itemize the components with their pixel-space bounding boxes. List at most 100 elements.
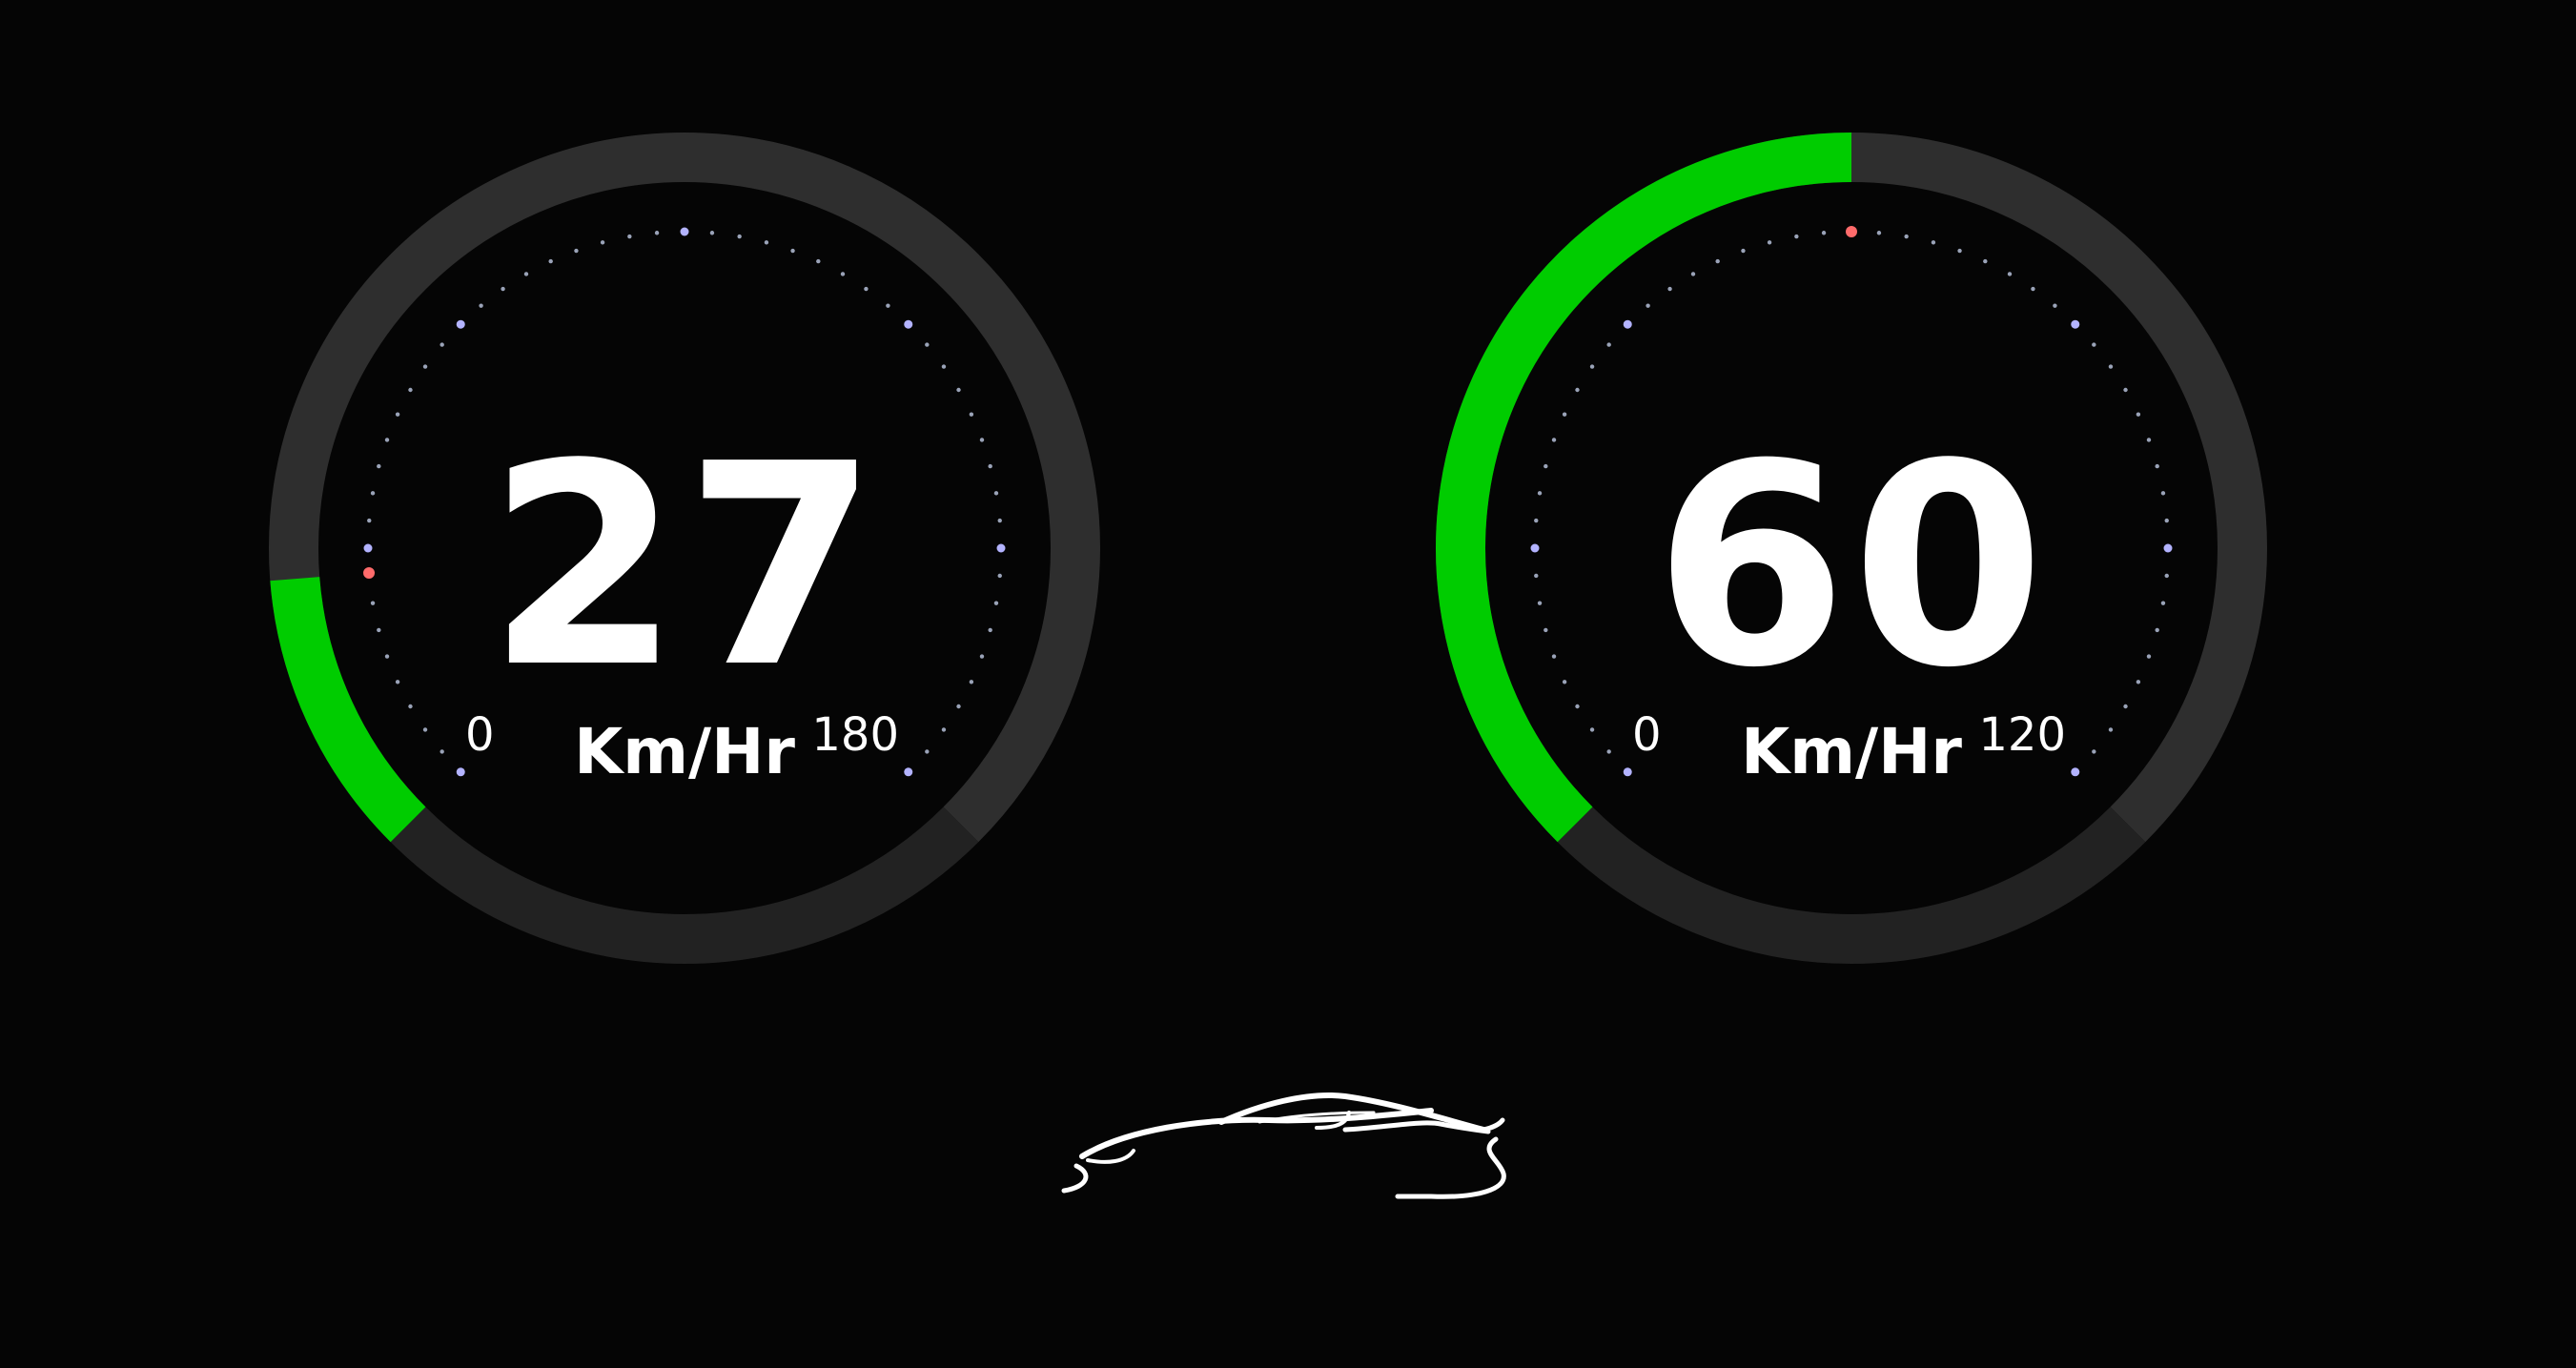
gauge-minor-tick bbox=[1931, 240, 1936, 245]
gauge-minor-tick bbox=[1575, 704, 1580, 709]
gauge-minor-tick bbox=[1562, 680, 1567, 684]
gauge-minor-tick bbox=[2123, 704, 2128, 709]
gauge-minor-tick bbox=[2092, 749, 2096, 754]
gauge-major-tick bbox=[1623, 319, 1632, 329]
gauge-minor-tick bbox=[956, 704, 961, 709]
gauge-minor-tick bbox=[941, 727, 947, 732]
gauge-minor-tick bbox=[440, 749, 444, 754]
gauge-minor-tick bbox=[2031, 286, 2035, 292]
gauge-value: 27 bbox=[487, 404, 882, 728]
gauge-minor-tick bbox=[377, 463, 381, 469]
gauge-minor-tick bbox=[2146, 438, 2152, 442]
gauge-minor-tick bbox=[840, 272, 846, 276]
gauge-minor-tick bbox=[979, 438, 985, 442]
gauge-minor-tick bbox=[395, 412, 400, 417]
gauge-major-tick bbox=[456, 319, 465, 329]
gauge-minor-tick bbox=[1690, 272, 1696, 276]
gauge-minor-tick bbox=[440, 342, 444, 347]
gauge-minor-tick bbox=[925, 749, 930, 754]
gauge-minor-tick bbox=[377, 627, 381, 633]
gauge-unit-label: Km/Hr bbox=[1741, 715, 1962, 788]
gauge-minor-tick bbox=[790, 248, 795, 254]
gauge-minor-tick bbox=[941, 364, 947, 369]
gauge-major-tick bbox=[456, 767, 465, 777]
gauge-track-lower bbox=[390, 807, 979, 964]
gauge-minor-tick bbox=[501, 286, 505, 292]
gauge-min-label: 0 bbox=[465, 708, 495, 762]
gauge-minor-tick bbox=[2007, 272, 2013, 276]
gauge-minor-tick bbox=[988, 463, 992, 469]
gauge-value-marker bbox=[363, 567, 376, 580]
gauge-minor-tick bbox=[2160, 491, 2166, 496]
gauge-minor-tick bbox=[2155, 627, 2159, 633]
car-silhouette-icon bbox=[1061, 1092, 1506, 1199]
gauge-major-tick bbox=[996, 543, 1006, 553]
gauge-minor-tick bbox=[370, 491, 376, 496]
gauge-minor-tick bbox=[1537, 601, 1543, 605]
gauge-minor-tick bbox=[993, 601, 999, 605]
gauge-minor-tick bbox=[709, 231, 715, 235]
gauge-minor-tick bbox=[1646, 303, 1650, 308]
gauge-major-tick bbox=[1623, 767, 1632, 777]
gauge-minor-tick bbox=[2164, 573, 2169, 579]
gauge-major-tick bbox=[363, 543, 373, 553]
gauge-minor-tick bbox=[2092, 342, 2096, 347]
gauge-minor-tick bbox=[1983, 258, 1988, 264]
gauge-minor-tick bbox=[1904, 234, 1909, 239]
gauge-minor-tick bbox=[600, 240, 605, 245]
dashboard-canvas: 27 Km/Hr 0 180 60 Km/Hr 0 120 bbox=[269, 133, 2267, 1199]
gauge-minor-tick bbox=[988, 627, 992, 633]
gauge-minor-tick bbox=[384, 654, 390, 659]
gauge-minor-tick bbox=[864, 286, 869, 292]
gauge-minor-tick bbox=[1537, 491, 1543, 496]
gauge-progress-arc bbox=[270, 576, 426, 843]
gauge-minor-tick bbox=[1794, 234, 1799, 239]
speed-gauge-right: 60 Km/Hr 0 120 bbox=[1436, 133, 2267, 964]
gauge-minor-tick bbox=[1821, 231, 1827, 235]
gauge-progress-fill bbox=[270, 576, 426, 843]
dashboard: 27 Km/Hr 0 180 60 Km/Hr 0 120 bbox=[0, 0, 2576, 1368]
gauge-major-tick bbox=[2071, 319, 2080, 329]
gauge-minor-tick bbox=[1715, 258, 1720, 264]
gauge-minor-tick bbox=[2164, 518, 2169, 523]
gauge-major-tick bbox=[680, 227, 689, 236]
gauge-minor-tick bbox=[969, 412, 974, 417]
gauge-unit-label: Km/Hr bbox=[574, 715, 795, 788]
gauge-minor-tick bbox=[370, 601, 376, 605]
gauge-minor-tick bbox=[1562, 412, 1567, 417]
gauge-minor-tick bbox=[1551, 438, 1557, 442]
gauge-minor-tick bbox=[479, 303, 483, 308]
gauge-minor-tick bbox=[395, 680, 400, 684]
gauge-minor-tick bbox=[367, 518, 372, 523]
gauge-minor-tick bbox=[654, 231, 660, 235]
gauge-minor-tick bbox=[2108, 727, 2114, 732]
gauge-minor-tick bbox=[1606, 749, 1611, 754]
gauge-value: 60 bbox=[1654, 404, 2049, 728]
gauge-minor-tick bbox=[1589, 727, 1595, 732]
gauge-minor-tick bbox=[2160, 601, 2166, 605]
gauge-track-lower bbox=[1557, 807, 2146, 964]
gauge-minor-tick bbox=[1551, 654, 1557, 659]
gauge-minor-tick bbox=[886, 303, 890, 308]
gauge-minor-tick bbox=[408, 704, 413, 709]
gauge-minor-tick bbox=[548, 258, 553, 264]
gauge-value-marker bbox=[1846, 226, 1857, 237]
gauge-minor-tick bbox=[2136, 412, 2141, 417]
gauge-minor-tick bbox=[1534, 518, 1539, 523]
gauge-minor-tick bbox=[1606, 342, 1611, 347]
gauge-minor-tick bbox=[1589, 364, 1595, 369]
speed-gauge-left: 27 Km/Hr 0 180 bbox=[269, 133, 1100, 964]
gauge-minor-tick bbox=[1667, 286, 1672, 292]
gauge-minor-tick bbox=[925, 342, 930, 347]
gauge-minor-tick bbox=[1544, 627, 1548, 633]
gauge-minor-tick bbox=[1544, 463, 1548, 469]
gauge-minor-tick bbox=[737, 234, 742, 239]
gauge-minor-tick bbox=[408, 387, 413, 393]
gauge-minor-tick bbox=[764, 240, 769, 245]
gauge-minor-tick bbox=[2108, 364, 2114, 369]
gauge-minor-tick bbox=[2123, 387, 2128, 393]
gauge-minor-tick bbox=[1876, 231, 1882, 235]
gauge-minor-tick bbox=[979, 654, 985, 659]
gauge-minor-tick bbox=[1957, 248, 1962, 254]
gauge-minor-tick bbox=[422, 727, 428, 732]
